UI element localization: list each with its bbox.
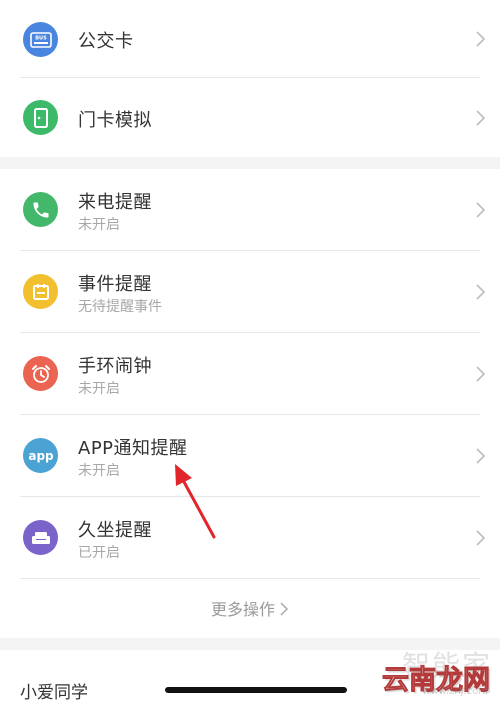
chevron-right-icon (280, 602, 289, 616)
app-icon: app (23, 438, 58, 473)
chevron-right-icon (476, 284, 486, 300)
watermark-logo: 智能家 云南龙网 www.znj.com (360, 644, 500, 700)
chevron-right-icon (476, 530, 486, 546)
event-reminder-row[interactable]: 事件提醒 无待提醒事件 (0, 251, 500, 333)
home-indicator[interactable] (165, 687, 347, 693)
event-reminder-label: 事件提醒 (78, 274, 152, 295)
band-alarm-status: 未开启 (78, 381, 120, 397)
band-alarm-row[interactable]: 手环闹钟 未开启 (0, 333, 500, 415)
more-actions-link[interactable]: 更多操作 (0, 596, 500, 620)
bus-card-label: 公交卡 (78, 31, 134, 52)
chevron-right-icon (476, 366, 486, 382)
app-notification-status: 未开启 (78, 463, 120, 479)
svg-text:app: app (28, 449, 54, 463)
watermark-url-text: www.znj.com (422, 686, 488, 697)
svg-text:BUS: BUS (35, 35, 47, 41)
event-reminder-status: 无待提醒事件 (78, 299, 162, 315)
door-card-icon (23, 100, 58, 135)
app-notification-row[interactable]: app APP通知提醒 未开启 (0, 415, 500, 497)
phone-icon (23, 192, 58, 227)
top-card-section: BUS 公交卡 门卡模拟 (0, 0, 500, 157)
bus-card-icon: BUS (23, 22, 58, 57)
divider (20, 578, 480, 579)
chevron-right-icon (476, 110, 486, 126)
chevron-right-icon (476, 202, 486, 218)
bus-card-row[interactable]: BUS 公交卡 (0, 0, 500, 78)
door-card-label: 门卡模拟 (78, 110, 152, 131)
alarm-clock-icon (23, 356, 58, 391)
calendar-icon (23, 274, 58, 309)
call-reminder-status: 未开启 (78, 217, 120, 233)
call-reminder-label: 来电提醒 (78, 192, 152, 213)
app-notification-label: APP通知提醒 (78, 438, 188, 459)
sedentary-reminder-status: 已开启 (78, 545, 120, 561)
sofa-icon (23, 520, 58, 555)
door-card-row[interactable]: 门卡模拟 (0, 78, 500, 157)
reminders-section: 来电提醒 未开启 事件提醒 无待提醒事件 手环闹钟 未开启 app APP通知提… (0, 169, 500, 638)
sedentary-reminder-row[interactable]: 久坐提醒 已开启 (0, 497, 500, 579)
sedentary-reminder-label: 久坐提醒 (78, 520, 152, 541)
xiaoai-label: 小爱同学 (20, 683, 88, 703)
band-alarm-label: 手环闹钟 (78, 356, 152, 377)
call-reminder-row[interactable]: 来电提醒 未开启 (0, 169, 500, 251)
chevron-right-icon (476, 448, 486, 464)
chevron-right-icon (476, 31, 486, 47)
more-actions-label: 更多操作 (210, 600, 275, 619)
